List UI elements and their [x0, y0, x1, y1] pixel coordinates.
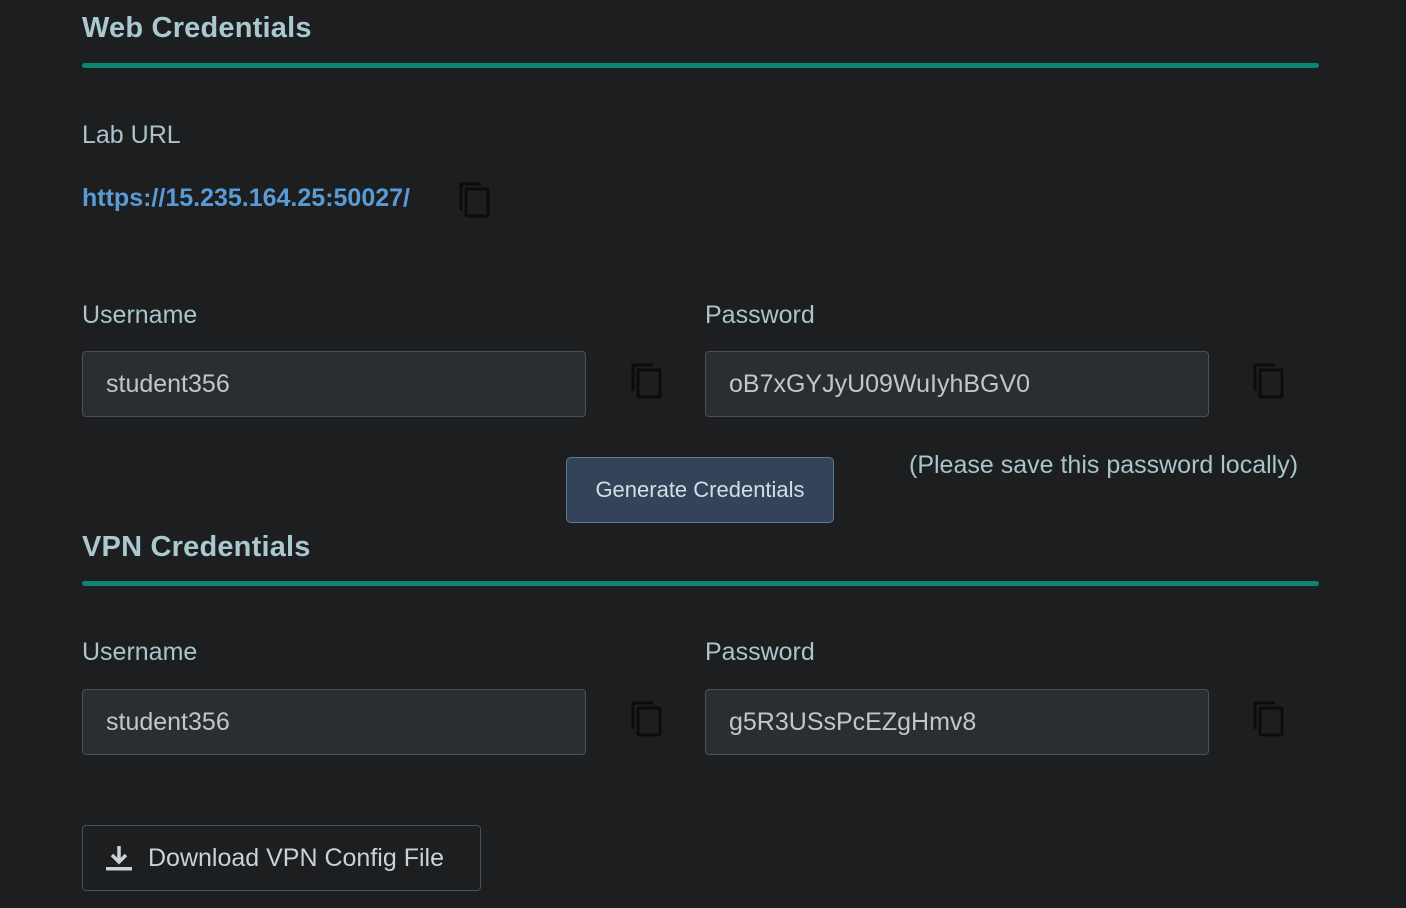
- download-icon: [105, 844, 133, 872]
- lab-url-link[interactable]: https://15.235.164.25:50027/: [82, 184, 410, 213]
- lab-url-label: Lab URL: [82, 121, 181, 149]
- copy-web-password-button[interactable]: [1251, 361, 1285, 401]
- copy-icon: [629, 361, 663, 401]
- download-vpn-config-button[interactable]: Download VPN Config File: [82, 825, 481, 891]
- save-password-note: (Please save this password locally): [909, 451, 1299, 479]
- credentials-page: Web Credentials Lab URL https://15.235.1…: [0, 0, 1406, 908]
- copy-icon: [1251, 699, 1285, 739]
- vpn-credentials-heading: VPN Credentials: [82, 531, 311, 563]
- web-credentials-divider: [82, 63, 1319, 68]
- copy-vpn-password-button[interactable]: [1251, 699, 1285, 739]
- web-username-label: Username: [82, 301, 198, 329]
- web-credentials-heading: Web Credentials: [82, 12, 312, 44]
- vpn-password-field[interactable]: [705, 689, 1209, 755]
- vpn-username-field[interactable]: [82, 689, 586, 755]
- web-password-field[interactable]: [705, 351, 1209, 417]
- web-password-label: Password: [705, 301, 815, 329]
- copy-lab-url-button[interactable]: [457, 180, 491, 220]
- vpn-credentials-divider: [82, 581, 1319, 586]
- download-vpn-config-label: Download VPN Config File: [148, 843, 444, 872]
- vpn-password-label: Password: [705, 638, 815, 666]
- copy-icon: [629, 699, 663, 739]
- copy-web-username-button[interactable]: [629, 361, 663, 401]
- copy-icon: [1251, 361, 1285, 401]
- copy-vpn-username-button[interactable]: [629, 699, 663, 739]
- generate-credentials-button[interactable]: Generate Credentials: [566, 457, 834, 523]
- copy-icon: [457, 180, 491, 220]
- web-username-field[interactable]: [82, 351, 586, 417]
- vpn-username-label: Username: [82, 638, 198, 666]
